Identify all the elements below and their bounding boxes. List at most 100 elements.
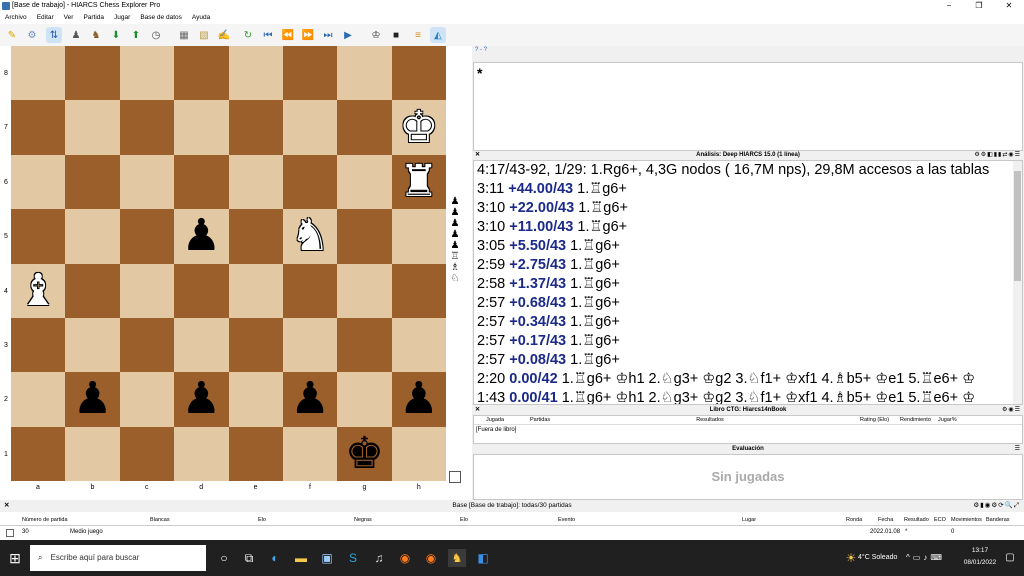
firefox-icon[interactable]: ◉ [396, 549, 414, 567]
square-g2[interactable] [337, 372, 392, 427]
cortana-icon[interactable]: ○ [215, 549, 233, 567]
menu-partida[interactable]: Partida [78, 12, 109, 24]
col-date[interactable]: Fecha [878, 515, 893, 525]
square-c7[interactable] [119, 100, 175, 155]
square-c6[interactable] [119, 154, 175, 210]
notes-icon[interactable]: ✍ [216, 27, 232, 43]
square-g1[interactable]: ♚ [337, 426, 392, 481]
windows-start-icon[interactable]: ⊞ [6, 549, 24, 567]
menu-ayuda[interactable]: Ayuda [187, 12, 215, 24]
square-f7[interactable] [282, 100, 338, 155]
col-rating[interactable]: Rating (Elo) [860, 416, 900, 424]
square-d7[interactable] [174, 100, 229, 155]
analysis-line[interactable]: 3:10 +11.00/43 1.♖g6+ [474, 218, 1022, 237]
square-h7[interactable]: ♚ [391, 100, 446, 155]
col-white[interactable]: Blancas [150, 515, 170, 525]
engine-controls-icon[interactable]: ⚙⚙◧▮▮⇄◉☰ [974, 151, 1021, 159]
square-h5[interactable] [391, 209, 446, 264]
col-eco[interactable]: ECO [934, 515, 946, 525]
black-pawn[interactable]: ♟ [399, 377, 438, 421]
skype-icon[interactable]: S [344, 549, 362, 567]
file-explorer-icon[interactable]: ▬ [292, 549, 310, 567]
square-g6[interactable] [337, 154, 392, 210]
square-f5[interactable]: ♞ [282, 209, 338, 264]
square-b1[interactable] [65, 426, 120, 481]
analysis-line[interactable]: 2:58 +1.37/43 1.♖g6+ [474, 275, 1022, 294]
analysis-scrollbar[interactable] [1013, 161, 1022, 404]
square-a8[interactable] [11, 46, 66, 101]
menu-jugar[interactable]: Jugar [109, 12, 135, 24]
analysis-line[interactable]: 2:57 +0.17/43 1.♖g6+ [474, 332, 1022, 351]
book-panel[interactable]: Jugada Partidas Resultados Rating (Elo) … [473, 415, 1023, 444]
square-h8[interactable] [391, 46, 446, 101]
col-place[interactable]: Lugar [742, 515, 756, 525]
square-a1[interactable] [11, 426, 66, 481]
square-e2[interactable] [228, 372, 283, 427]
menu-archivo[interactable]: Archivo [0, 12, 32, 24]
col-partidas[interactable]: Partidas [530, 416, 560, 424]
square-h6[interactable]: ♜ [391, 154, 446, 210]
square-a3[interactable] [11, 317, 66, 373]
menu-base-de-datos[interactable]: Base de datos [135, 12, 187, 24]
analysis-line[interactable]: 2:20 0.00/42 1.♖g6+ ♔h1 2.♘g3+ ♔g2 3.♘f1… [474, 370, 1022, 389]
white-king[interactable]: ♚ [399, 105, 438, 150]
square-c4[interactable] [119, 263, 175, 318]
flip-icon[interactable]: ⇅ [46, 27, 62, 43]
analysis-icon[interactable]: ♔ [368, 27, 384, 43]
square-c1[interactable] [119, 426, 175, 481]
square-g7[interactable] [337, 100, 392, 155]
square-c8[interactable] [119, 46, 175, 101]
task-view-icon[interactable]: ⧉ [240, 549, 258, 567]
square-f8[interactable] [282, 46, 338, 101]
square-g5[interactable] [337, 209, 392, 264]
hiarcs-icon[interactable]: ♞ [448, 549, 466, 567]
analysis-panel[interactable]: 4:17/43-92, 1/29: 1.Rg6+, 4,3G nodos ( 1… [473, 160, 1023, 405]
analysis-line[interactable]: 2:57 +0.68/43 1.♖g6+ [474, 294, 1022, 313]
close-button[interactable]: ✕ [994, 0, 1024, 12]
square-d1[interactable] [174, 426, 229, 481]
tray-icons[interactable]: ^▭♪⌨ [906, 540, 945, 576]
col-rendimiento[interactable]: Rendimiento [900, 416, 938, 424]
square-a6[interactable] [11, 154, 66, 210]
analysis-line[interactable]: 2:57 +0.08/43 1.♖g6+ [474, 351, 1022, 370]
square-b7[interactable] [65, 100, 120, 155]
refresh-icon[interactable]: ↻ [240, 27, 256, 43]
col-resultados[interactable]: Resultados [560, 416, 860, 424]
square-e7[interactable] [228, 100, 283, 155]
col-jugar[interactable]: Jugar% [938, 416, 962, 424]
square-h1[interactable] [391, 426, 446, 481]
highlight-icon[interactable]: ◭ [430, 27, 446, 43]
square-b4[interactable] [65, 263, 120, 318]
analysis-line[interactable]: 3:11 +44.00/43 1.♖g6+ [474, 180, 1022, 199]
board-icon[interactable]: ▦ [176, 27, 192, 43]
square-c2[interactable] [119, 372, 175, 427]
notification-icon[interactable]: ▢ [1001, 549, 1019, 567]
minimize-button[interactable]: − [934, 0, 964, 12]
square-a2[interactable] [11, 372, 66, 427]
square-b5[interactable] [65, 209, 120, 264]
square-e4[interactable] [228, 263, 283, 318]
analysis-line[interactable]: 3:10 +22.00/43 1.♖g6+ [474, 199, 1022, 218]
square-b8[interactable] [65, 46, 120, 101]
white-bishop[interactable]: ♝ [18, 268, 57, 313]
notation-panel[interactable]: * [473, 62, 1023, 151]
analysis-line[interactable]: 2:59 +2.75/43 1.♖g6+ [474, 256, 1022, 275]
first-icon[interactable]: ⏮ [260, 27, 276, 43]
square-d6[interactable] [174, 154, 229, 210]
open-icon[interactable]: ⚙ [24, 27, 40, 43]
col-flags[interactable]: Banderas [986, 515, 1010, 525]
white-knight[interactable]: ♞ [290, 214, 329, 258]
table-row[interactable]: 30 Medio juego 2022.01.08 * 0 [0, 527, 1024, 537]
square-e6[interactable] [228, 154, 283, 210]
square-d3[interactable] [174, 317, 229, 373]
square-c5[interactable] [119, 209, 175, 264]
new-icon[interactable]: ✎ [4, 27, 20, 43]
menu-icon[interactable]: ☰ [1015, 445, 1021, 453]
app-icon[interactable]: ◧ [474, 549, 492, 567]
next-icon[interactable]: ⏩ [300, 27, 316, 43]
square-b6[interactable] [65, 154, 120, 210]
media-icon[interactable]: ♫ [370, 549, 388, 567]
analysis-line[interactable]: 1:43 0.00/41 1.♖g6+ ♔h1 2.♘g3+ ♔g2 3.♘f1… [474, 389, 1022, 404]
square-d8[interactable] [174, 46, 229, 101]
analysis-line[interactable]: 2:57 +0.34/43 1.♖g6+ [474, 313, 1022, 332]
